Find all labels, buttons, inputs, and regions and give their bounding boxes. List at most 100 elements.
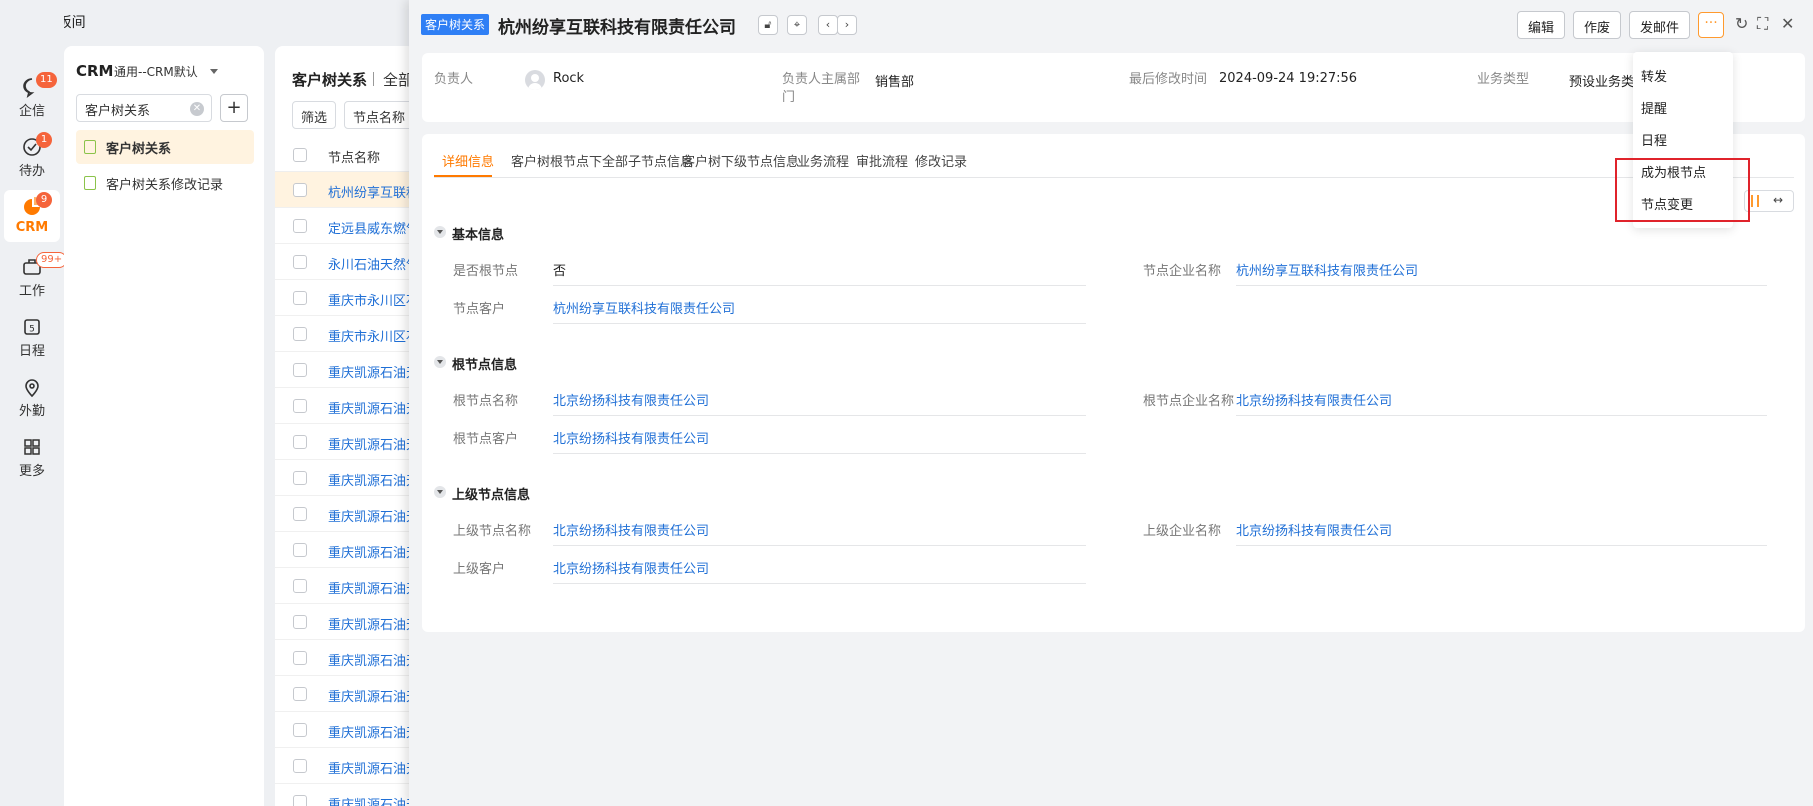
row-checkbox[interactable] (293, 471, 307, 485)
select-all-checkbox[interactable] (293, 148, 307, 162)
layout-toggle[interactable]: ↔ (1744, 190, 1794, 212)
node-name-link[interactable]: 重庆凯源石油天然气有限公司 (328, 686, 415, 705)
row-checkbox[interactable] (293, 399, 307, 413)
clear-icon[interactable]: ✕ (190, 102, 204, 116)
parent-name-link[interactable]: 北京纷扬科技有限责任公司 (553, 520, 709, 539)
row-checkbox[interactable] (293, 183, 307, 197)
table-row[interactable]: 定远县威东燃气有限公司 (275, 208, 415, 244)
node-name-link[interactable]: 重庆凯源石油天然气有限公司 (328, 470, 415, 489)
node-name-link[interactable]: 重庆凯源石油天然气有限公司 (328, 542, 415, 561)
menu-item-forward[interactable]: 转发 (1641, 66, 1667, 85)
table-row[interactable]: 重庆凯源石油天然气有限公司 (275, 784, 415, 806)
parent-customer-link[interactable]: 北京纷扬科技有限责任公司 (553, 558, 709, 577)
table-row[interactable]: 重庆凯源石油天然气有限公司 (275, 568, 415, 604)
node-name-link[interactable]: 重庆市永川区石油有限公司 (328, 326, 415, 345)
expand-width-icon[interactable]: ↔ (1773, 193, 1783, 207)
node-name-link[interactable]: 重庆凯源石油天然气有限公司 (328, 722, 415, 741)
crm-view-selector[interactable]: 通用--CRM默认 (114, 63, 198, 80)
table-row[interactable]: 重庆凯源石油天然气有限公司 (275, 640, 415, 676)
node-name-link[interactable]: 重庆凯源石油天然气有限公司 (328, 578, 415, 597)
tab-details[interactable]: 详细信息 (442, 151, 494, 170)
search-field-selector[interactable]: 节点名称 (344, 101, 415, 129)
more-actions-button[interactable]: ··· (1698, 12, 1724, 38)
rail-item-qixin[interactable]: 企信 11 (4, 70, 60, 122)
row-checkbox[interactable] (293, 255, 307, 269)
node-company-link[interactable]: 杭州纷享互联科技有限责任公司 (1236, 260, 1418, 279)
table-row[interactable]: 重庆凯源石油天然气有限公司 (275, 676, 415, 712)
table-row[interactable]: 重庆凯源石油天然气有限公司 (275, 352, 415, 388)
row-checkbox[interactable] (293, 795, 307, 806)
table-row[interactable]: 重庆凯源石油天然气有限公司 (275, 748, 415, 784)
row-checkbox[interactable] (293, 723, 307, 737)
tab-business-flow[interactable]: 业务流程 (797, 151, 849, 170)
fullscreen-icon[interactable]: ⛶ (1757, 14, 1768, 34)
table-row[interactable]: 重庆市永川区石油有限公司 (275, 280, 415, 316)
row-checkbox[interactable] (293, 219, 307, 233)
node-name-link[interactable]: 重庆凯源石油天然气有限公司 (328, 434, 415, 453)
tab-all-child-nodes[interactable]: 客户树根节点下全部子节点信息 (511, 151, 693, 170)
node-name-link[interactable]: 重庆凯源石油天然气有限公司 (328, 614, 415, 633)
tab-change-log[interactable]: 修改记录 (915, 151, 967, 170)
chevron-down-icon[interactable] (210, 69, 218, 74)
row-checkbox[interactable] (293, 543, 307, 557)
table-row[interactable]: 重庆凯源石油天然气有限公司 (275, 424, 415, 460)
node-name-link[interactable]: 重庆凯源石油天然气有限公司 (328, 398, 415, 417)
table-row[interactable]: 重庆凯源石油天然气有限公司 (275, 388, 415, 424)
section-parent-info[interactable]: 上级节点信息 (434, 484, 530, 503)
node-name-link[interactable]: 重庆凯源石油天然气有限公司 (328, 758, 415, 777)
row-checkbox[interactable] (293, 579, 307, 593)
close-icon[interactable]: ✕ (1781, 14, 1794, 33)
menu-item-remind[interactable]: 提醒 (1641, 98, 1667, 117)
rail-item-richeng[interactable]: 5 日程 (4, 310, 60, 362)
owner-value[interactable]: Rock (553, 71, 584, 86)
send-email-button[interactable]: 发邮件 (1629, 11, 1691, 39)
column-header-node-name[interactable]: 节点名称 (328, 147, 380, 166)
row-checkbox[interactable] (293, 363, 307, 377)
root-company-link[interactable]: 北京纷扬科技有限责任公司 (1236, 390, 1392, 409)
previous-record-icon[interactable]: ‹ (818, 15, 838, 35)
row-checkbox[interactable] (293, 507, 307, 521)
parent-company-link[interactable]: 北京纷扬科技有限责任公司 (1236, 520, 1392, 539)
edit-button[interactable]: 编辑 (1517, 11, 1566, 39)
collapse-icon[interactable] (434, 486, 446, 498)
collapse-icon[interactable] (434, 356, 446, 368)
row-checkbox[interactable] (293, 327, 307, 341)
row-checkbox[interactable] (293, 687, 307, 701)
filter-button[interactable]: 筛选 (292, 101, 337, 129)
node-name-link[interactable]: 重庆凯源石油天然气有限公司 (328, 362, 415, 381)
rail-item-gongzuo[interactable]: 工作 99+ (4, 250, 68, 302)
table-row[interactable]: 重庆凯源石油天然气有限公司 (275, 496, 415, 532)
table-row[interactable]: 重庆凯源石油天然气有限公司 (275, 532, 415, 568)
table-row[interactable]: 重庆凯源石油天然气有限公司 (275, 460, 415, 496)
column-layout-icon[interactable] (1751, 195, 1759, 207)
refresh-icon[interactable]: ↻ (1735, 14, 1748, 33)
side-item-customer-tree-log[interactable]: 客户树关系修改记录 (76, 166, 254, 200)
node-name-link[interactable]: 杭州纷享互联科技有限责任公司 (328, 182, 415, 201)
next-record-icon[interactable]: › (837, 15, 857, 35)
table-row[interactable]: 永川石油天然气有限公司 (275, 244, 415, 280)
table-row[interactable]: 重庆凯源石油天然气有限公司 (275, 712, 415, 748)
row-checkbox[interactable] (293, 435, 307, 449)
table-row[interactable]: 重庆凯源石油天然气有限公司 (275, 604, 415, 640)
rail-item-waiqin[interactable]: 外勤 (4, 370, 60, 422)
node-customer-link[interactable]: 杭州纷享互联科技有限责任公司 (553, 298, 735, 317)
rail-item-gengduo[interactable]: 更多 (4, 430, 60, 482)
root-name-link[interactable]: 北京纷扬科技有限责任公司 (553, 390, 709, 409)
row-checkbox[interactable] (293, 615, 307, 629)
row-checkbox[interactable] (293, 291, 307, 305)
section-basic-info[interactable]: 基本信息 (434, 224, 504, 243)
tab-sub-nodes[interactable]: 客户树下级节点信息 (682, 151, 799, 170)
rail-item-crm[interactable]: CRM 9 (4, 190, 60, 242)
rail-item-daiban[interactable]: 待办 1 (4, 130, 60, 182)
void-button[interactable]: 作废 (1573, 11, 1622, 39)
menu-item-schedule[interactable]: 日程 (1641, 130, 1667, 149)
node-name-link[interactable]: 永川石油天然气有限公司 (328, 254, 415, 273)
collapse-icon[interactable] (434, 226, 446, 238)
node-name-link[interactable]: 重庆市永川区石油有限公司 (328, 290, 415, 309)
tag-icon[interactable]: ⌖ (787, 15, 807, 35)
add-button[interactable]: + (220, 94, 248, 122)
node-name-link[interactable]: 重庆凯源石油天然气有限公司 (328, 794, 415, 806)
root-customer-link[interactable]: 北京纷扬科技有限责任公司 (553, 428, 709, 447)
node-name-link[interactable]: 重庆凯源石油天然气有限公司 (328, 650, 415, 669)
row-checkbox[interactable] (293, 759, 307, 773)
